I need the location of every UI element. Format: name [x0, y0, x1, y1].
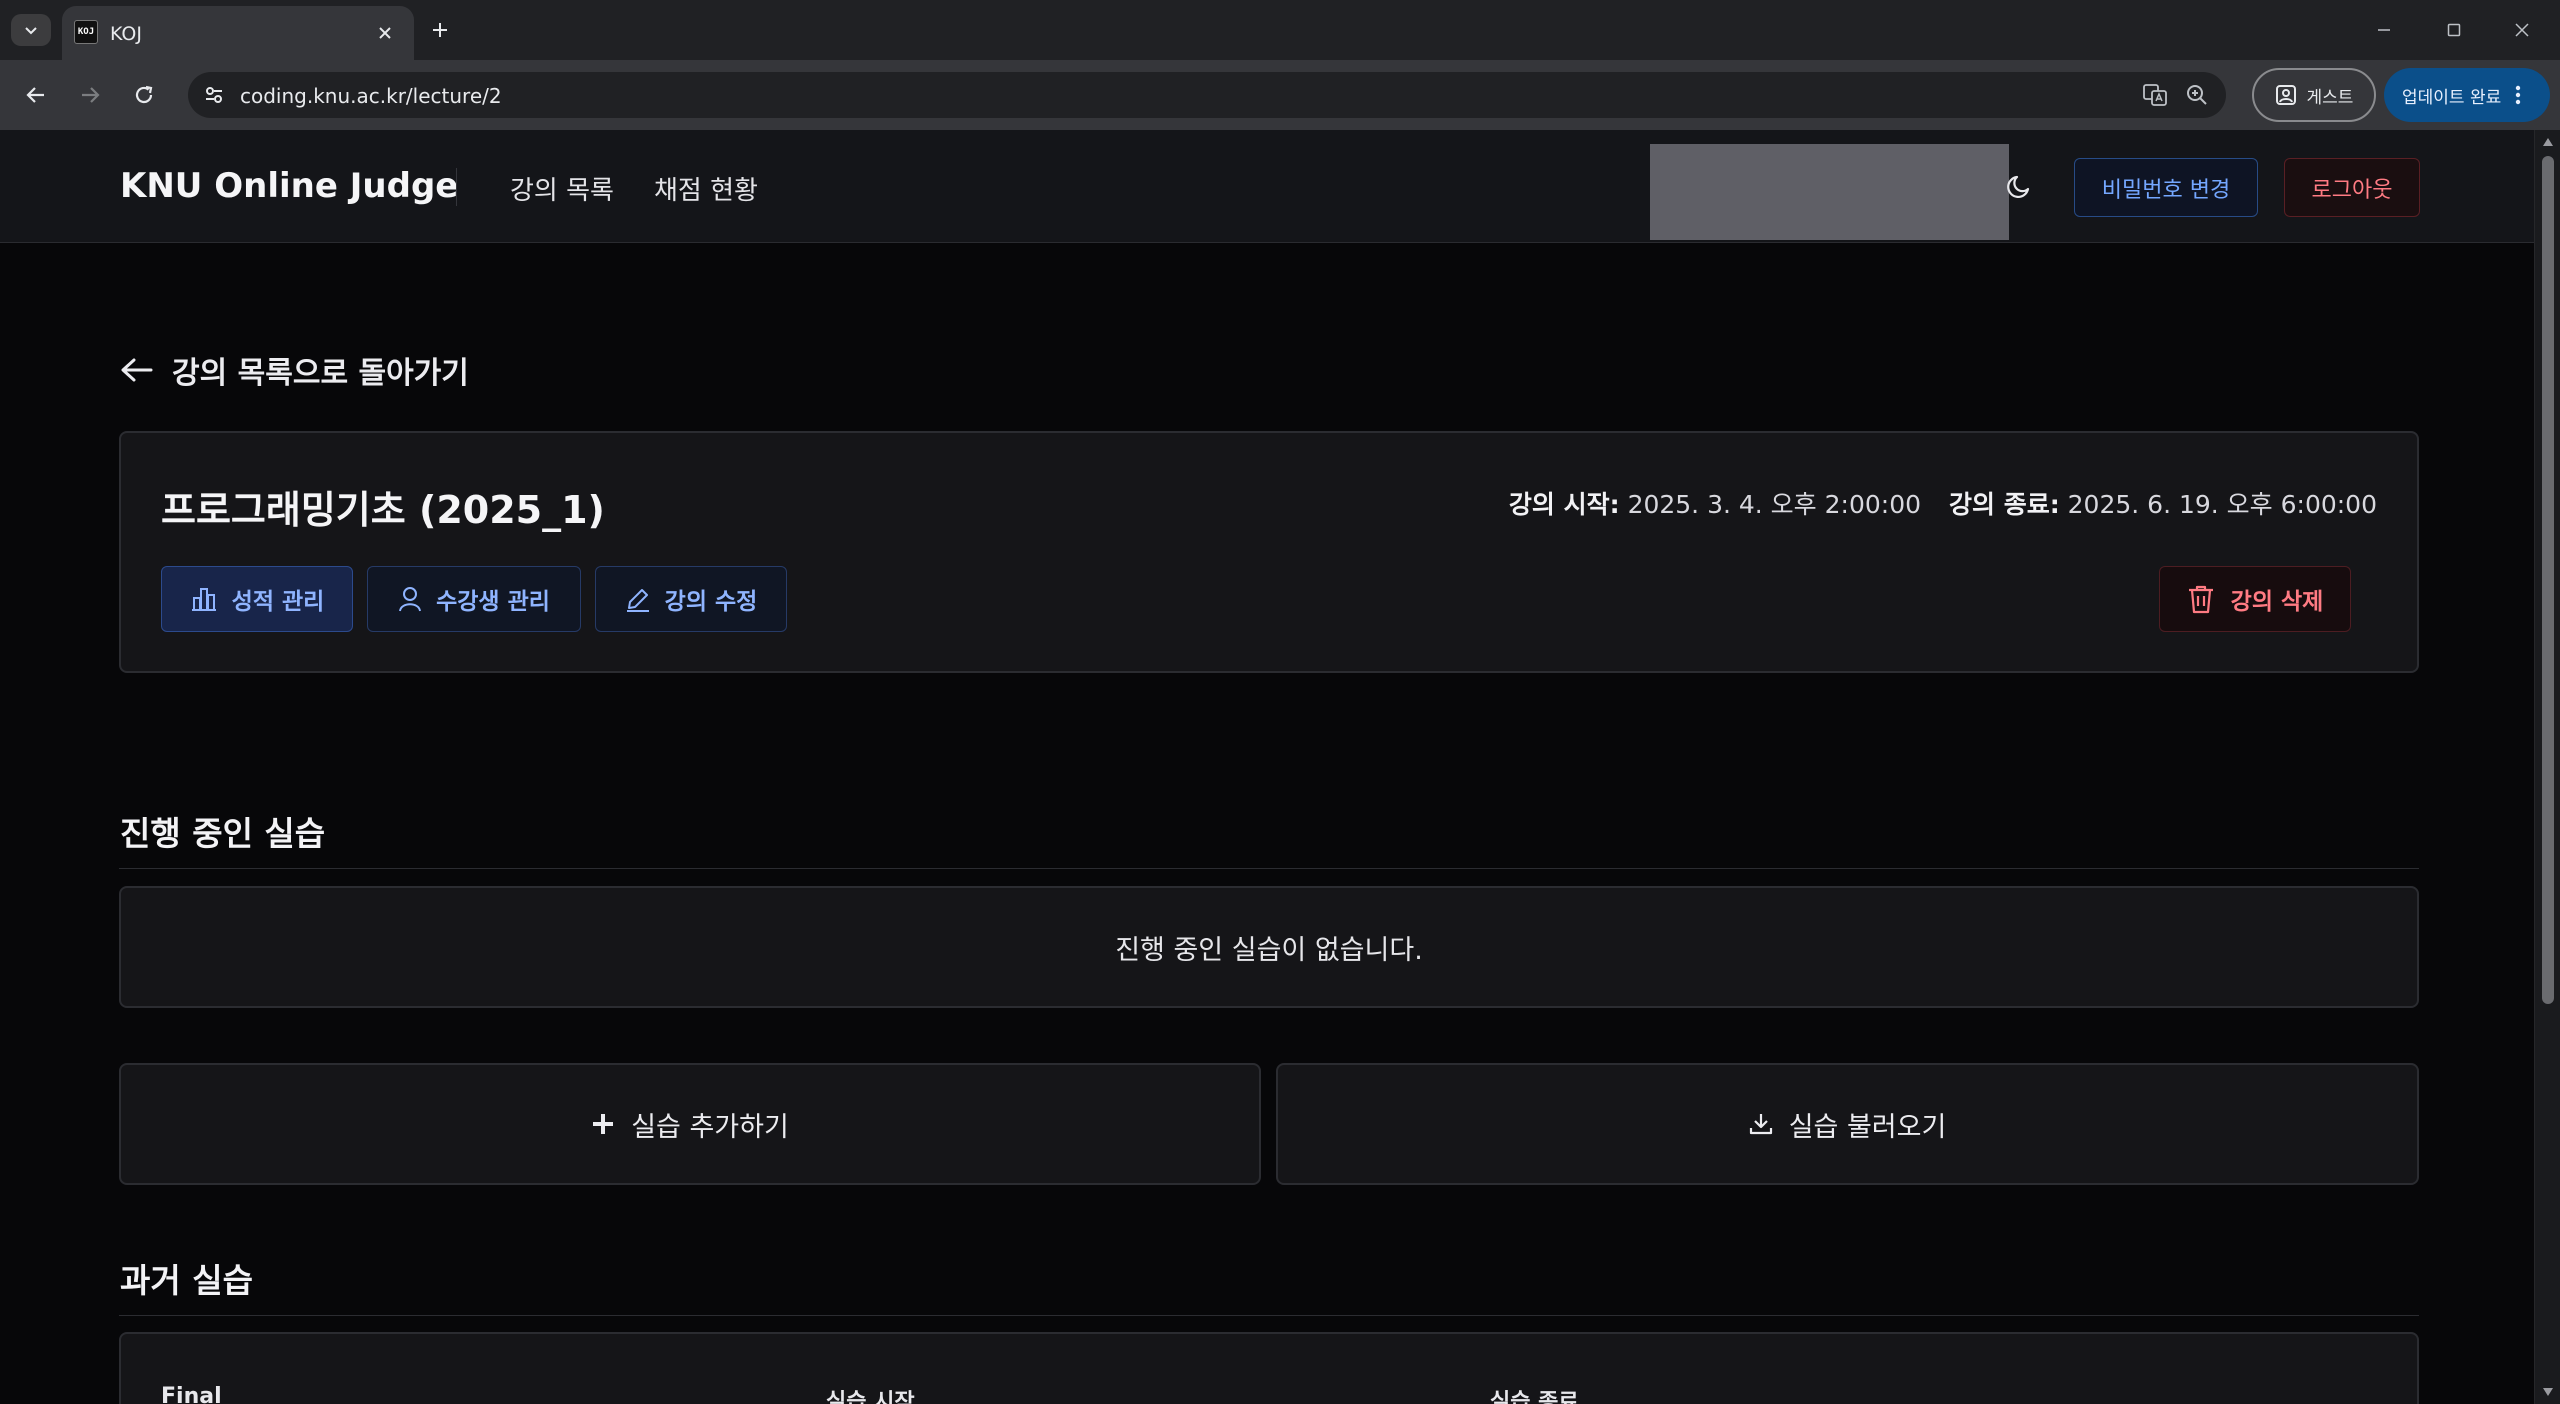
tune-icon: [206, 87, 222, 103]
back-link-label: 강의 목록으로 돌아가기: [172, 356, 469, 391]
start-value: 2025. 3. 4. 오후 2:00:00: [1627, 490, 1921, 519]
moon-icon: [2007, 175, 2030, 198]
close-window-button[interactable]: [2496, 10, 2548, 50]
scroll-up-arrow[interactable]: [2542, 136, 2554, 148]
theme-toggle-button[interactable]: [2004, 170, 2036, 202]
site-header: KNU Online Judge 강의 목록 채점 현황 비밀번호 변경 로그아…: [0, 130, 2534, 243]
scrollbar-thumb[interactable]: [2542, 156, 2554, 1004]
import-practice-button[interactable]: 실습 불러오기: [1276, 1063, 2419, 1185]
empty-ongoing-message: 진행 중인 실습이 없습니다.: [119, 886, 2419, 1008]
end-value: 2025. 6. 19. 오후 6:00:00: [2067, 490, 2377, 519]
update-button[interactable]: 업데이트 완료: [2384, 68, 2550, 122]
chevron-down-icon: [25, 27, 37, 35]
lecture-title: 프로그래밍기초 (2025_1): [161, 488, 605, 532]
add-practice-label: 실습 추가하기: [631, 1111, 789, 1143]
student-management-button[interactable]: 수강생 관리: [367, 566, 581, 632]
profile-icon: [2275, 85, 2296, 105]
pencil-icon: [626, 589, 649, 612]
section-divider: [119, 1315, 2419, 1316]
site-brand[interactable]: KNU Online Judge: [120, 166, 458, 206]
back-to-lectures-link[interactable]: 강의 목록으로 돌아가기: [120, 348, 469, 392]
end-label: 강의 종료:: [1949, 490, 2060, 519]
page-scrollbar[interactable]: [2534, 130, 2560, 1404]
practice-name: Final: [161, 1384, 222, 1404]
change-password-button[interactable]: 비밀번호 변경: [2074, 158, 2258, 217]
translate-button[interactable]: [2140, 80, 2170, 110]
empty-message-text: 진행 중인 실습이 없습니다.: [1115, 934, 1423, 966]
browser-tab[interactable]: KOJ KOJ: [62, 6, 414, 60]
edit-lecture-button[interactable]: 강의 수정: [595, 566, 787, 632]
user-icon: [399, 587, 422, 612]
ongoing-practice-heading: 진행 중인 실습: [120, 814, 326, 853]
arrow-left-icon: [26, 87, 44, 103]
reload-icon: [135, 85, 153, 104]
past-practice-card[interactable]: Final 실습 시작 실습 종료: [119, 1332, 2419, 1404]
scroll-down-arrow[interactable]: [2542, 1386, 2554, 1398]
arrow-right-icon: [82, 87, 100, 103]
site-info-button[interactable]: [198, 79, 230, 111]
guest-label: 게스트: [2306, 87, 2354, 108]
header-divider: [456, 168, 457, 206]
triangle-down-icon: [2543, 1388, 2553, 1396]
arrow-left-icon: [121, 358, 153, 382]
maximize-button[interactable]: [2428, 10, 2480, 50]
download-icon: [1749, 1114, 1772, 1135]
plus-icon: [433, 23, 447, 37]
import-practice-label: 실습 불러오기: [1788, 1111, 1947, 1143]
forward-button[interactable]: [72, 77, 108, 113]
guest-profile-button[interactable]: 게스트: [2252, 68, 2376, 122]
zoom-in-icon: [2187, 85, 2207, 105]
update-label: 업데이트 완료: [2402, 87, 2502, 108]
start-label: 강의 시작:: [1508, 490, 1620, 519]
tab-title: KOJ: [110, 23, 142, 45]
trash-icon: [2188, 585, 2213, 614]
minimize-button[interactable]: [2358, 10, 2410, 50]
back-button[interactable]: [18, 77, 54, 113]
edit-lecture-label: 강의 수정: [664, 589, 758, 615]
grade-management-button[interactable]: 성적 관리: [161, 566, 353, 632]
more-vert-icon: [2516, 85, 2521, 105]
close-icon: [379, 27, 391, 39]
lecture-info-card: 프로그래밍기초 (2025_1) 강의 시작: 2025. 3. 4. 오후 2…: [119, 431, 2419, 673]
new-tab-button[interactable]: [424, 14, 456, 46]
lecture-start: 강의 시작: 2025. 3. 4. 오후 2:00:00: [1509, 485, 1921, 521]
lecture-dates: 강의 시작: 2025. 3. 4. 오후 2:00:00 강의 종료: 202…: [1509, 485, 2377, 521]
zoom-button[interactable]: [2182, 80, 2212, 110]
delete-lecture-label: 강의 삭제: [2230, 589, 2324, 615]
add-practice-button[interactable]: 실습 추가하기: [119, 1063, 1261, 1185]
url-text: coding.knu.ac.kr/lecture/2: [240, 84, 502, 108]
translate-icon: [2143, 84, 2167, 106]
plus-icon: [593, 1114, 614, 1134]
delete-lecture-button[interactable]: 강의 삭제: [2159, 566, 2351, 632]
triangle-up-icon: [2543, 138, 2553, 146]
past-practice-heading: 과거 실습: [120, 1261, 253, 1300]
page-viewport: KNU Online Judge 강의 목록 채점 현황 비밀번호 변경 로그아…: [0, 130, 2560, 1404]
favicon-icon: KOJ: [74, 20, 98, 44]
bar-chart-icon: [191, 588, 216, 611]
tab-search-button[interactable]: [11, 14, 51, 46]
nav-lecture-list[interactable]: 강의 목록: [510, 170, 614, 207]
logout-button[interactable]: 로그아웃: [2284, 158, 2420, 217]
practice-start-label: 실습 시작: [826, 1390, 915, 1404]
tab-close-button[interactable]: [372, 20, 398, 46]
lecture-end: 강의 종료: 2025. 6. 19. 오후 6:00:00: [1949, 485, 2377, 521]
section-divider: [119, 868, 2419, 869]
redacted-user-info: [1650, 144, 2009, 240]
minimize-icon: [2378, 29, 2390, 31]
practice-end-label: 실습 종료: [1490, 1390, 1579, 1404]
nav-grading-status[interactable]: 채점 현황: [654, 170, 758, 207]
reload-button[interactable]: [126, 77, 162, 113]
maximize-icon: [2447, 23, 2461, 37]
close-icon: [2515, 23, 2529, 37]
browser-toolbar: coding.knu.ac.kr/lecture/2 게스트 업데이트 완료: [0, 60, 2560, 130]
browser-tab-strip: KOJ KOJ: [0, 0, 2560, 60]
student-management-label: 수강생 관리: [436, 589, 550, 615]
address-bar[interactable]: coding.knu.ac.kr/lecture/2: [188, 72, 2226, 118]
grade-management-label: 성적 관리: [231, 589, 325, 615]
